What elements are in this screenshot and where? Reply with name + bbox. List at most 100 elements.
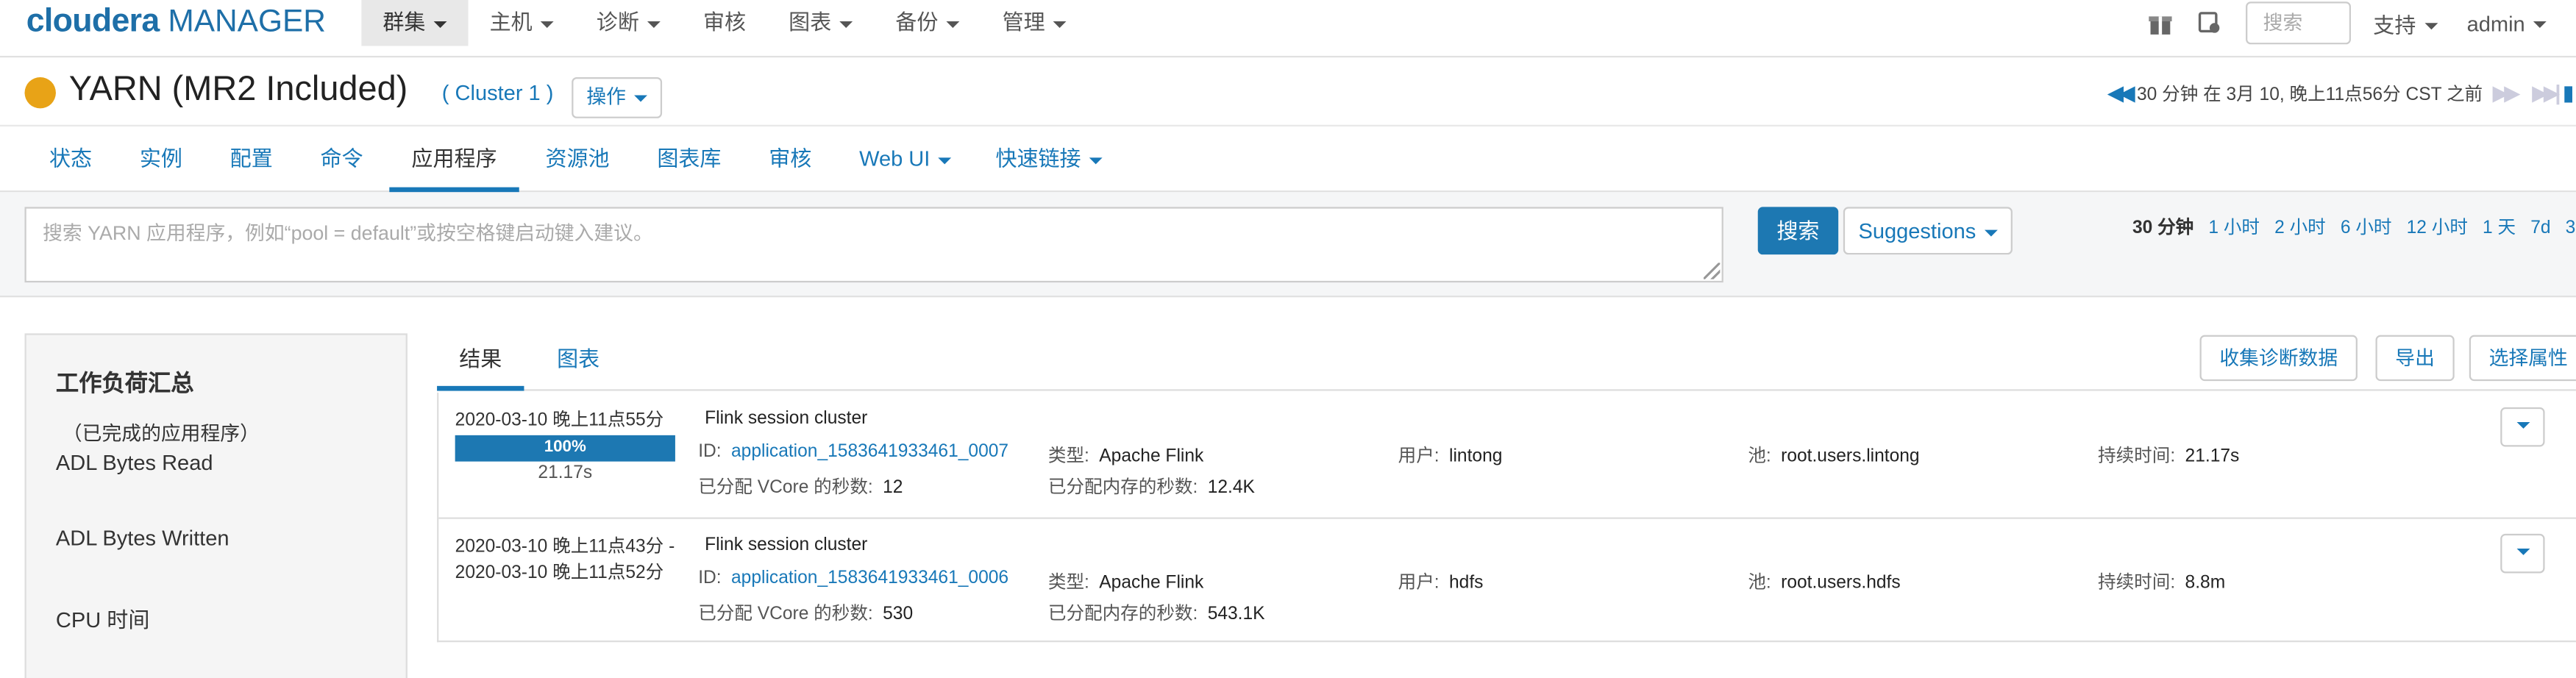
menu-label: 主机 (489, 10, 533, 35)
export-button[interactable]: 导出 (2375, 335, 2455, 382)
chevron-down-icon (839, 21, 853, 27)
menu-clusters[interactable]: 群集 (361, 0, 469, 46)
chevron-down-icon (433, 21, 447, 27)
tab-resource-pools[interactable]: 资源池 (545, 126, 609, 192)
menu-charts[interactable]: 图表 (767, 0, 874, 46)
menu-audits[interactable]: 审核 (682, 0, 767, 46)
forward-icon[interactable]: ▶▶ (2493, 80, 2521, 107)
menu-label: 备份 (895, 10, 939, 35)
field-value: Apache Flink (1099, 446, 1204, 467)
app-pool-field: 池: root.users.lintong (1748, 442, 1919, 468)
row-actions-button[interactable] (2500, 407, 2545, 447)
facet-cpu-time[interactable]: CPU 时间 (56, 603, 149, 634)
field-label: 用户: (1398, 573, 1440, 593)
select-attributes-button[interactable]: 选择属性 (2469, 335, 2576, 382)
row-actions-button[interactable] (2500, 533, 2545, 574)
service-tabs: 状态 实例 配置 命令 应用程序 资源池 图表库 审核 Web UI 快速链接 (0, 126, 2576, 193)
tab-chart-library[interactable]: 图表库 (657, 126, 721, 192)
tab-charts[interactable]: 图表 (557, 335, 599, 391)
resize-handle-icon[interactable] (1704, 263, 1721, 279)
facet-adl-bytes-written[interactable]: ADL Bytes Written (56, 526, 230, 551)
tab-applications[interactable]: 应用程序 (389, 126, 519, 193)
collect-diagnostics-button[interactable]: 收集诊断数据 (2199, 335, 2358, 382)
main-menu: 群集 主机 诊断 审核 图表 备份 管理 (361, 0, 1087, 46)
tab-web-ui[interactable]: Web UI (859, 126, 952, 192)
menu-label: 审核 (702, 10, 747, 35)
field-value: 543.1K (1207, 604, 1265, 624)
range-30m[interactable]: 30 分钟 (2132, 218, 2193, 238)
service-title: YARN (MR2 Included) (68, 71, 408, 109)
app-end-time: 2020-03-10 晚上11点52分 (455, 563, 664, 583)
user-label: admin (2466, 10, 2525, 36)
field-value: 8.8m (2185, 573, 2226, 593)
gift-icon[interactable] (2146, 10, 2173, 36)
chart-icon[interactable]: ▮ (2563, 80, 2575, 107)
range-1d[interactable]: 1 天 (2483, 218, 2516, 238)
tab-status[interactable]: 状态 (49, 126, 92, 192)
menu-administration[interactable]: 管理 (981, 0, 1088, 46)
app-vcore-field: 已分配 VCore 的秒数: 12 (698, 473, 903, 499)
suggestions-button[interactable]: Suggestions (1843, 207, 2013, 255)
field-label: 持续时间: (2098, 573, 2176, 593)
cluster-link[interactable]: ( Cluster 1 ) (442, 80, 554, 105)
range-2h[interactable]: 2 小时 (2274, 218, 2326, 238)
tab-audits[interactable]: 审核 (769, 126, 811, 192)
cloudera-manager-logo[interactable]: cloudera MANAGER (26, 3, 326, 40)
field-value: lintong (1448, 446, 1503, 467)
field-label: 持续时间: (2098, 446, 2176, 467)
chevron-down-icon (946, 21, 960, 27)
application-row: 2020-03-10 晚上11点55分 100% 21.17s Flink se… (438, 393, 2576, 518)
chevron-down-icon (1089, 157, 1103, 164)
rewind-icon[interactable]: ◀◀ (2107, 80, 2135, 107)
range-1h[interactable]: 1 小时 (2208, 218, 2260, 238)
app-type-field: 类型: Apache Flink (1048, 568, 1203, 595)
top-navbar: cloudera MANAGER 群集 主机 诊断 审核 图表 备份 管理 搜索… (0, 0, 2576, 58)
range-6h[interactable]: 6 小时 (2341, 218, 2392, 238)
time-range-selector: 30 分钟 1 小时 2 小时 6 小时 12 小时 1 天 7d 30 (2132, 213, 2576, 240)
user-menu[interactable]: admin (2466, 10, 2547, 36)
chevron-down-icon (2533, 21, 2547, 29)
service-status-indicator (24, 76, 56, 109)
workload-summary-panel: 工作负荷汇总 （已完成的应用程序） ADL Bytes Read ADL Byt… (24, 333, 408, 678)
chevron-down-icon (647, 21, 661, 27)
chevron-down-icon (1053, 21, 1067, 27)
menu-label: 群集 (383, 10, 426, 35)
menu-diagnostics[interactable]: 诊断 (575, 0, 682, 46)
brand-name: cloudera (26, 3, 160, 40)
app-name: Flink session cluster (705, 409, 868, 429)
menu-hosts[interactable]: 主机 (469, 0, 575, 46)
menu-backup[interactable]: 备份 (874, 0, 981, 46)
workload-summary-subheading: （已完成的应用程序） (62, 421, 260, 446)
assistance-icon[interactable] (2196, 10, 2222, 36)
app-duration-field: 持续时间: 21.17s (2098, 442, 2239, 468)
application-search-input[interactable]: 搜索 YARN 应用程序，例如“pool = default”或按空格键启动键入… (24, 207, 1723, 283)
facet-adl-bytes-read[interactable]: ADL Bytes Read (56, 450, 213, 475)
actions-dropdown-button[interactable]: 操作 (572, 76, 663, 118)
app-user-field: 用户: lintong (1398, 442, 1503, 468)
skip-to-now-icon[interactable]: ▶▶| (2532, 80, 2561, 107)
tab-configuration[interactable]: 配置 (230, 126, 273, 192)
field-label: 已分配内存的秒数: (1047, 477, 1198, 498)
field-label: 已分配 VCore 的秒数: (698, 477, 873, 498)
progress-bar: 100% (455, 435, 675, 462)
tab-quick-links[interactable]: 快速链接 (995, 126, 1103, 192)
app-id-link[interactable]: application_1583641933461_0006 (731, 568, 1008, 588)
tab-results[interactable]: 结果 (437, 335, 524, 391)
search-button[interactable]: 搜索 (1757, 207, 1839, 255)
global-search-input[interactable]: 搜索 (2245, 1, 2351, 45)
range-7d[interactable]: 7d (2530, 218, 2550, 238)
field-value: 530 (883, 604, 914, 624)
menu-label: 诊断 (596, 10, 639, 35)
field-value: 12 (883, 477, 903, 498)
support-menu[interactable]: 支持 (2373, 7, 2438, 38)
tab-commands[interactable]: 命令 (321, 126, 363, 192)
chevron-down-icon (2424, 23, 2438, 30)
app-id-link[interactable]: application_1583641933461_0007 (731, 442, 1008, 462)
top-right-tools: 搜索 支持 admin (2146, 0, 2576, 46)
range-30d[interactable]: 30 (2566, 218, 2576, 238)
range-12h[interactable]: 12 小时 (2407, 218, 2468, 238)
app-id-field: ID: application_1583641933461_0007 (698, 442, 1008, 462)
field-label: ID: (698, 568, 722, 588)
tab-instances[interactable]: 实例 (140, 126, 182, 192)
app-id-field: ID: application_1583641933461_0006 (698, 568, 1008, 588)
